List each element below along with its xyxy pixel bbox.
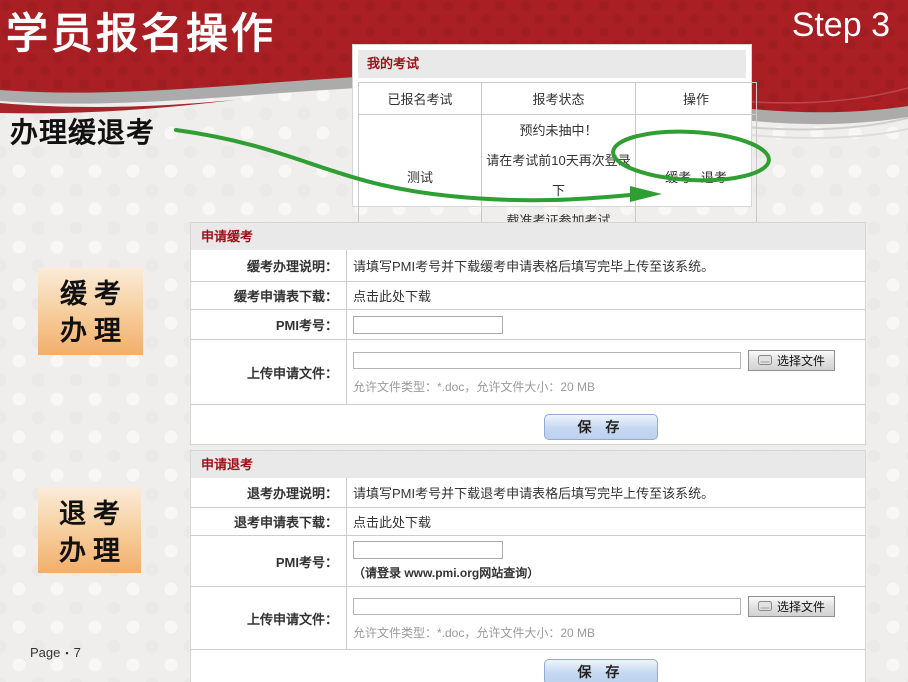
deferral-form-title: 申请缓考 <box>191 223 865 250</box>
form-footer: 保 存 <box>191 404 865 447</box>
side-label-line: 办理 <box>38 313 143 350</box>
col-header-registered-exam: 已报名考试 <box>359 83 482 115</box>
save-button[interactable]: 保 存 <box>544 659 658 682</box>
page-title: 学员报名操作 <box>6 0 276 61</box>
my-exams-panel: 我的考试 已报名考试 报考状态 操作 测试 预约未抽中！ 请在考试前10天再次登… <box>352 44 752 207</box>
slide: 学员报名操作 Step 3 我的考试 已报名考试 报考状态 操作 测试 预约未抽… <box>0 0 908 682</box>
page-number: Page ▪ 7 <box>30 645 81 660</box>
file-icon <box>758 355 772 365</box>
status-line: 请在考试前10天再次登录下 <box>483 146 634 206</box>
side-label-line: 办理 <box>38 533 141 570</box>
deferral-form-panel: 申请缓考 缓考办理说明： 请填写PMI考号并下载缓考申请表格后填写完毕上传至该系… <box>190 222 866 445</box>
col-header-status: 报考状态 <box>482 83 636 115</box>
col-header-actions: 操作 <box>636 83 757 115</box>
my-exams-title: 我的考试 <box>358 50 746 78</box>
download-label: 缓考申请表下载： <box>191 282 347 309</box>
form-row-description: 缓考办理说明： 请填写PMI考号并下载缓考申请表格后填写完毕上传至该系统。 <box>191 250 865 281</box>
form-row-download: 缓考申请表下载： 点击此处下载 <box>191 281 865 309</box>
pmi-label: PMI考号： <box>191 536 347 586</box>
download-link[interactable]: 点击此处下载 <box>347 508 865 535</box>
form-row-upload: 上传申请文件： 选择文件 允许文件类型：*.doc，允许文件大小：20 MB <box>191 586 865 649</box>
form-footer: 保 存 <box>191 649 865 682</box>
withdraw-exam-link[interactable]: 退考 <box>701 170 727 185</box>
exam-status-cell: 预约未抽中！ 请在考试前10天再次登录下 载准考证参加考试 <box>482 115 636 238</box>
table-header-row: 已报名考试 报考状态 操作 <box>359 83 757 115</box>
choose-file-label: 选择文件 <box>777 352 825 369</box>
pmi-label: PMI考号： <box>191 310 347 339</box>
side-label-withdraw: 退考 办理 <box>38 488 141 573</box>
status-line: 预约未抽中！ <box>483 116 634 146</box>
exam-name-cell: 测试 <box>359 115 482 238</box>
withdraw-form-panel: 申请退考 退考办理说明： 请填写PMI考号并下载退考申请表格后填写完毕上传至该系… <box>190 450 866 682</box>
upload-file-input[interactable] <box>353 352 741 369</box>
choose-file-label: 选择文件 <box>777 598 825 615</box>
defer-exam-link[interactable]: 缓考 <box>665 170 691 185</box>
description-value: 请填写PMI考号并下载退考申请表格后填写完毕上传至该系统。 <box>347 478 865 507</box>
file-type-hint: 允许文件类型：*.doc，允许文件大小：20 MB <box>353 624 595 641</box>
choose-file-button[interactable]: 选择文件 <box>748 596 835 617</box>
file-icon <box>758 601 772 611</box>
save-button[interactable]: 保 存 <box>544 414 658 440</box>
upload-label: 上传申请文件： <box>191 587 347 649</box>
file-type-hint: 允许文件类型：*.doc，允许文件大小：20 MB <box>353 378 595 395</box>
form-row-pmi: PMI考号： （请登录 www.pmi.org网站查询） <box>191 535 865 586</box>
upload-file-input[interactable] <box>353 598 741 615</box>
page-number-value: 7 <box>74 645 81 660</box>
download-link[interactable]: 点击此处下载 <box>347 282 865 309</box>
description-label: 退考办理说明： <box>191 478 347 507</box>
side-label-deferral: 缓考 办理 <box>38 268 143 355</box>
page-separator: ▪ <box>65 648 68 658</box>
choose-file-button[interactable]: 选择文件 <box>748 350 835 371</box>
description-value: 请填写PMI考号并下载缓考申请表格后填写完毕上传至该系统。 <box>347 250 865 281</box>
pmi-number-input[interactable] <box>353 541 503 559</box>
form-row-pmi: PMI考号： <box>191 309 865 339</box>
side-label-line: 缓考 <box>38 276 143 313</box>
pmi-number-input[interactable] <box>353 316 503 334</box>
description-label: 缓考办理说明： <box>191 250 347 281</box>
upload-label: 上传申请文件： <box>191 340 347 404</box>
form-row-upload: 上传申请文件： 选择文件 允许文件类型：*.doc，允许文件大小：20 MB <box>191 339 865 404</box>
form-row-download: 退考申请表下载： 点击此处下载 <box>191 507 865 535</box>
side-label-line: 退考 <box>38 496 141 533</box>
my-exams-table: 已报名考试 报考状态 操作 测试 预约未抽中！ 请在考试前10天再次登录下 载准… <box>358 82 757 238</box>
form-row-description: 退考办理说明： 请填写PMI考号并下载退考申请表格后填写完毕上传至该系统。 <box>191 478 865 507</box>
annotation-text: 办理缓退考 <box>10 111 155 151</box>
page-label: Page <box>30 645 60 660</box>
step-badge: Step 3 <box>792 6 890 45</box>
pmi-lookup-note: （请登录 www.pmi.org网站查询） <box>353 564 539 581</box>
exam-actions-cell: 缓考 退考 <box>636 115 757 238</box>
download-label: 退考申请表下载： <box>191 508 347 535</box>
table-row: 测试 预约未抽中！ 请在考试前10天再次登录下 载准考证参加考试 缓考 退考 <box>359 115 757 238</box>
withdraw-form-title: 申请退考 <box>191 451 865 478</box>
